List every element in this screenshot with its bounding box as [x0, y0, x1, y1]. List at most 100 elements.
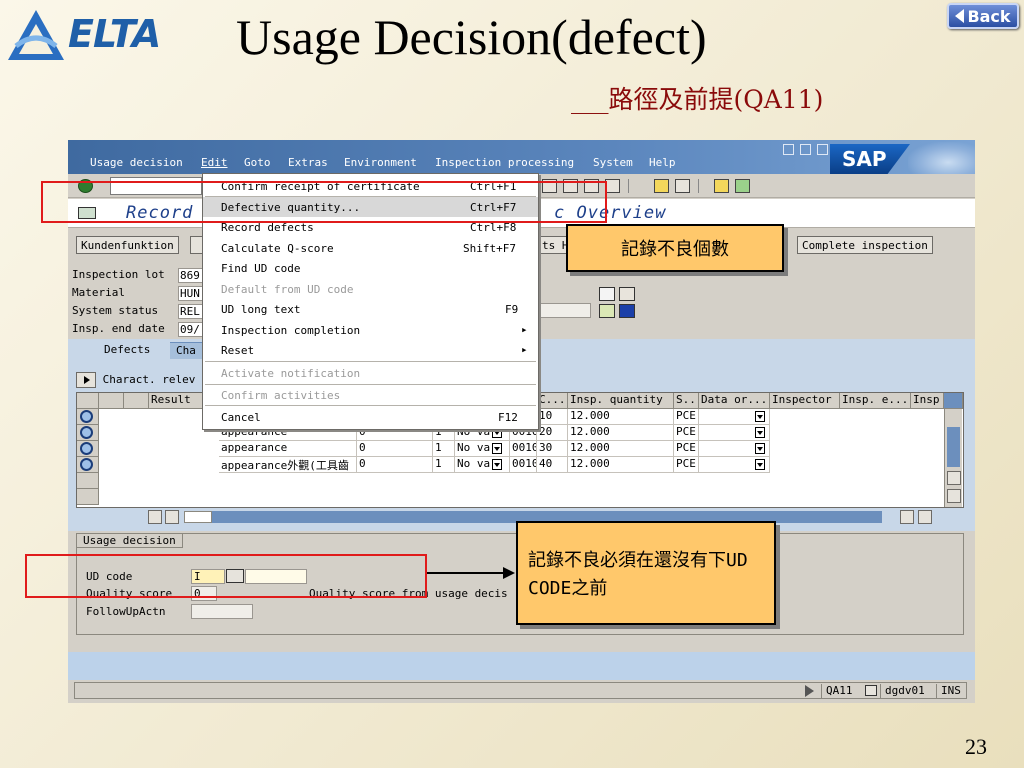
scroll-right-icon[interactable] [918, 510, 932, 524]
menu-edit[interactable]: Edit [201, 156, 228, 169]
grid-cell-procedure[interactable]: 0010 [510, 441, 537, 457]
tab-defects[interactable]: Defects [98, 342, 156, 359]
row-selector[interactable] [77, 409, 99, 425]
grid-cell-insp-quantity[interactable]: 12.000 [568, 409, 674, 425]
grid-cell-c[interactable]: 30 [537, 441, 568, 457]
menu-item-find-ud-code[interactable]: Find UD code [203, 258, 538, 278]
grid-cell-c[interactable]: 40 [537, 457, 568, 473]
check-edit-icon[interactable] [599, 304, 615, 318]
grid-header-insp-e[interactable]: Insp. e... [840, 393, 911, 409]
magnifier-icon[interactable] [80, 410, 93, 423]
maximize-icon[interactable] [800, 144, 811, 155]
dropdown-icon[interactable] [755, 410, 765, 422]
complete-inspection-button[interactable]: Complete inspection [797, 236, 933, 254]
menu-item-reset[interactable]: Reset ▸ [203, 340, 538, 360]
grid-cell-uom[interactable]: PCE [674, 425, 699, 441]
dropdown-icon[interactable] [755, 442, 765, 454]
grid-cell-value[interactable]: 1 [433, 457, 455, 473]
row-selector[interactable] [77, 489, 99, 505]
glasses-icon[interactable] [599, 287, 615, 301]
grid-cell-value[interactable]: 0 [357, 441, 433, 457]
scroll-up-icon[interactable] [947, 471, 961, 485]
grid-cell-c[interactable]: 20 [537, 425, 568, 441]
dropdown-icon[interactable] [492, 442, 503, 454]
info-icon[interactable] [619, 304, 635, 318]
grid-header-c[interactable]: C... [537, 393, 568, 409]
grid-select-header[interactable] [77, 393, 99, 409]
grid-cell-data-origin[interactable] [699, 457, 770, 473]
grid-header-inspector[interactable]: Inspector [770, 393, 840, 409]
back-button[interactable]: Back [947, 3, 1019, 29]
menu-extras[interactable]: Extras [288, 156, 328, 169]
grid-cell-procedure[interactable]: 0010 [510, 457, 537, 473]
grid-cell-data-origin[interactable] [699, 409, 770, 425]
scroll-left-icon[interactable] [900, 510, 914, 524]
magnifier-icon[interactable] [80, 458, 93, 471]
grid-cell-uom[interactable]: PCE [674, 441, 699, 457]
system-status-field[interactable]: REL [178, 304, 203, 319]
grid-header-insp-quantity[interactable]: Insp. quantity [568, 393, 674, 409]
new-session-icon[interactable] [654, 179, 669, 193]
dropdown-icon[interactable] [755, 458, 765, 470]
sap-menubar: Usage decision Edit Goto Extras Environm… [68, 140, 975, 176]
column-settings-icon[interactable] [944, 393, 963, 409]
menu-goto[interactable]: Goto [244, 156, 271, 169]
row-selector[interactable] [77, 457, 99, 473]
grid-cell-value[interactable]: 1 [433, 441, 455, 457]
menu-help[interactable]: Help [649, 156, 676, 169]
magnifier-icon[interactable] [80, 426, 93, 439]
layout-menu-icon[interactable] [735, 179, 750, 193]
close-icon[interactable] [817, 144, 828, 155]
menu-system[interactable]: System [593, 156, 633, 169]
grid-header-insp[interactable]: Insp [911, 393, 944, 409]
scroll-left-icon[interactable] [148, 510, 162, 524]
grid-cell-data-origin[interactable] [699, 425, 770, 441]
scroll-down-icon[interactable] [947, 489, 961, 503]
next-page-icon[interactable] [605, 179, 620, 193]
help-icon[interactable] [714, 179, 729, 193]
grid-cell-insp-quantity[interactable]: 12.000 [568, 425, 674, 441]
grid-cell-c[interactable]: 10 [537, 409, 568, 425]
grid-cell-uom[interactable]: PCE [674, 409, 699, 425]
grid-cell-description[interactable]: appearance外觀(工具齒 [219, 457, 357, 473]
kundenfunktion-button[interactable]: Kundenfunktion [76, 236, 179, 254]
grid-header-s[interactable]: S.. [674, 393, 699, 409]
scroll-thumb[interactable] [947, 427, 960, 467]
status-expand-icon[interactable] [805, 685, 814, 697]
expand-arrow-icon[interactable] [76, 372, 96, 388]
menu-item-cancel[interactable]: Cancel F12 [203, 407, 538, 427]
inspection-lot-field[interactable]: 869 [178, 268, 203, 283]
minimize-icon[interactable] [783, 144, 794, 155]
shortcut-icon[interactable] [675, 179, 690, 193]
document-icon[interactable] [619, 287, 635, 301]
grid-cell-data-origin[interactable] [699, 441, 770, 457]
insp-end-date-field[interactable]: 09/ [178, 322, 203, 337]
grid-cell-text[interactable]: No va [455, 441, 510, 457]
menu-item-inspection-completion[interactable]: Inspection completion ▸ [203, 320, 538, 340]
row-selector[interactable] [77, 425, 99, 441]
magnifier-icon[interactable] [80, 442, 93, 455]
scroll-right-icon[interactable] [165, 510, 179, 524]
dropdown-icon[interactable] [755, 426, 765, 438]
material-field[interactable]: HUN [178, 286, 203, 301]
menu-environment[interactable]: Environment [344, 156, 417, 169]
menu-inspection-processing[interactable]: Inspection processing [435, 156, 574, 169]
grid-cell-value[interactable]: 0 [357, 457, 433, 473]
status-info-icon[interactable] [865, 685, 877, 696]
grid-cell-text[interactable]: No va [455, 457, 510, 473]
menu-item-ud-long-text[interactable]: UD long text F9 [203, 299, 538, 319]
dropdown-icon[interactable] [492, 458, 503, 470]
grid-cell-description[interactable]: appearance [219, 441, 357, 457]
grid-cell-insp-quantity[interactable]: 12.000 [568, 457, 674, 473]
vertical-scrollbar[interactable] [944, 409, 962, 507]
grid-cell-uom[interactable]: PCE [674, 457, 699, 473]
tab-characteristics[interactable]: Cha [170, 342, 202, 359]
row-selector[interactable] [77, 441, 99, 457]
grid-cell-insp-quantity[interactable]: 12.000 [568, 441, 674, 457]
menu-item-calculate-q-score[interactable]: Calculate Q-score Shift+F7 [203, 238, 538, 258]
followup-action-field[interactable] [191, 604, 253, 619]
menu-usage-decision[interactable]: Usage decision [90, 156, 183, 169]
header-extra-field[interactable] [538, 303, 591, 318]
row-selector[interactable] [77, 473, 99, 489]
grid-header-data-origin[interactable]: Data or... [699, 393, 770, 409]
